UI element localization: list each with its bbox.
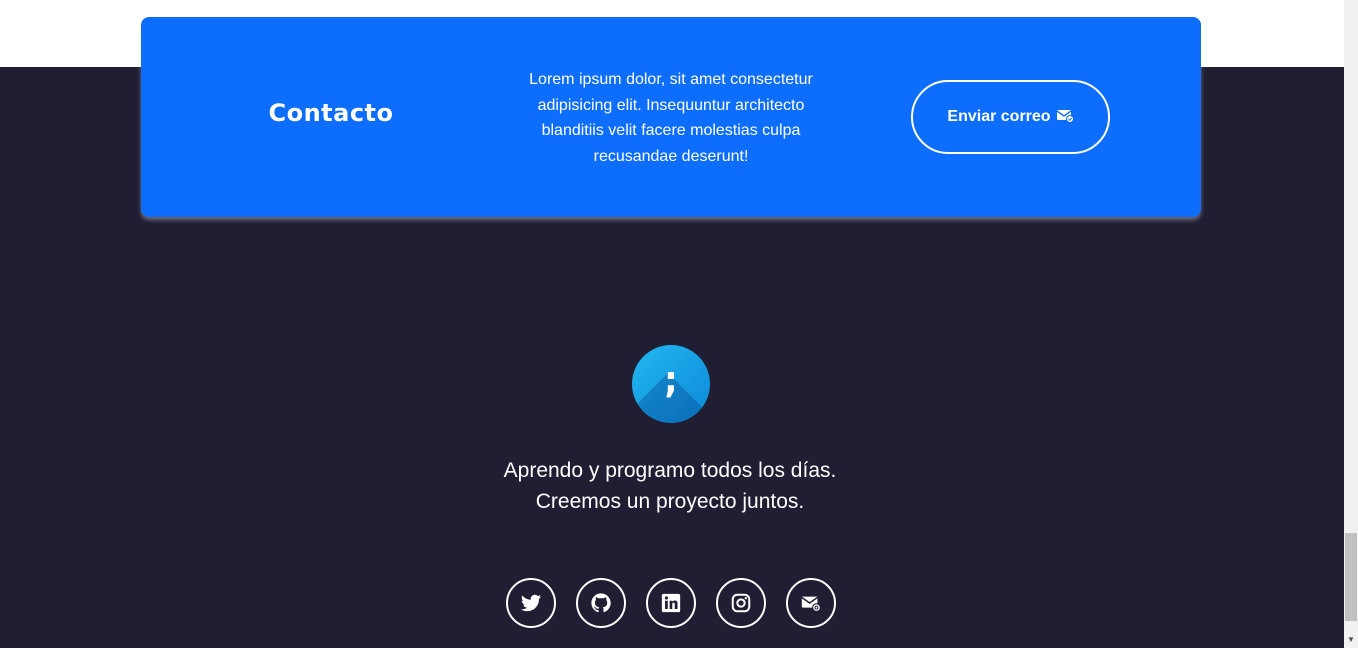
tagline-line-1: Aprendo y programo todos los días. [503,459,837,482]
twitter-link[interactable] [506,578,556,628]
scroll-down-arrow-icon[interactable]: ▼ [1344,631,1358,648]
footer-tagline: Aprendo y programo todos los días. Creem… [420,455,920,517]
site-logo: ; [632,345,710,423]
github-link[interactable] [576,578,626,628]
contact-card: Contacto Lorem ipsum dolor, sit amet con… [141,17,1201,217]
linkedin-icon [661,593,681,613]
send-email-label: Enviar correo [947,108,1051,125]
email-link[interactable] [786,578,836,628]
github-icon [591,593,611,613]
twitter-icon [520,594,542,612]
linkedin-link[interactable] [646,578,696,628]
instagram-link[interactable] [716,578,766,628]
vertical-scrollbar[interactable]: ▼ [1344,0,1358,648]
mail-icon [1056,107,1074,128]
logo-semicolon: ; [659,357,683,401]
email-icon [801,596,821,612]
tagline-line-2: Creemos un proyecto juntos. [535,490,805,513]
social-links [506,578,836,628]
scrollbar-thumb[interactable] [1345,533,1357,621]
contact-description: Lorem ipsum dolor, sit amet consectetur … [529,71,813,165]
contact-title: Contacto [268,99,394,127]
send-email-button[interactable]: Enviar correo [911,80,1110,154]
instagram-icon [731,593,751,613]
